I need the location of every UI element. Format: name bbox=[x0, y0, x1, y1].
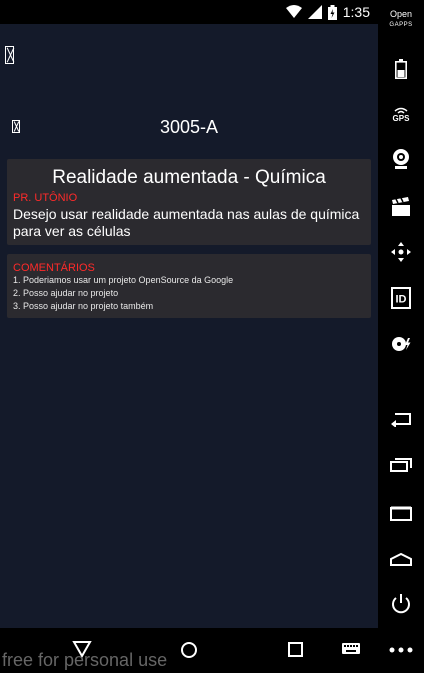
opengapps-logo: Open GAPPS bbox=[378, 10, 424, 30]
gps-label: GPS bbox=[392, 114, 410, 123]
idea-description: Desejo usar realidade aumentada nas aula… bbox=[13, 206, 360, 239]
comment-item: 2. Posso ajudar no projeto bbox=[13, 288, 119, 298]
comment-item: 1. Poderiamos usar um projeto OpenSource… bbox=[13, 275, 234, 285]
opengapps-line2: GAPPS bbox=[389, 22, 413, 28]
move-arrows-icon bbox=[391, 242, 411, 262]
power-button[interactable] bbox=[378, 592, 424, 616]
home-shape-icon bbox=[390, 552, 412, 566]
opengapps-line1: Open bbox=[389, 9, 413, 19]
battery-icon bbox=[327, 4, 337, 20]
comments-card: COMENTÁRIOS 1. Poderiamos usar um projet… bbox=[7, 254, 371, 318]
recents-stack-icon bbox=[390, 458, 412, 472]
side-recents-button[interactable] bbox=[378, 454, 424, 476]
page-title: 3005-A bbox=[159, 117, 219, 137]
status-icons: 1:35 bbox=[285, 0, 370, 24]
more-options-button[interactable] bbox=[378, 640, 424, 660]
disk-control[interactable] bbox=[378, 333, 424, 355]
dpad-control[interactable] bbox=[378, 241, 424, 263]
idea-card[interactable]: Realidade aumentada - Química PR. UTÔNIO… bbox=[7, 159, 371, 245]
recents-icon[interactable] bbox=[287, 638, 305, 658]
disk-icon bbox=[392, 337, 411, 351]
webcam-icon bbox=[393, 149, 409, 169]
comments-heading: COMENTÁRIOS bbox=[13, 262, 95, 274]
emulator-side-panel: Open GAPPS GPS ID bbox=[378, 0, 424, 673]
battery-icon bbox=[395, 59, 407, 79]
battery-control[interactable] bbox=[378, 57, 424, 81]
status-bar: 1:35 bbox=[0, 0, 378, 24]
wifi-icon bbox=[394, 107, 408, 114]
camera-control[interactable] bbox=[378, 148, 424, 170]
side-menu-button[interactable] bbox=[378, 502, 424, 524]
device-id-control[interactable]: ID bbox=[378, 286, 424, 310]
signal-icon bbox=[307, 5, 322, 19]
side-back-button[interactable] bbox=[378, 408, 424, 430]
gps-control[interactable]: GPS bbox=[378, 104, 424, 126]
screencast-control[interactable] bbox=[378, 196, 424, 218]
status-time: 1:35 bbox=[342, 4, 370, 20]
app-content: 3005-A Realidade aumentada - Química PR.… bbox=[0, 24, 378, 628]
missing-image-icon[interactable] bbox=[5, 46, 14, 64]
more-dots-icon bbox=[389, 647, 413, 653]
id-card-icon: ID bbox=[391, 287, 411, 309]
side-home-button[interactable] bbox=[378, 548, 424, 570]
comment-item: 3. Posso ajudar no projeto também bbox=[13, 301, 154, 311]
watermark: free for personal use bbox=[2, 650, 168, 670]
wifi-icon bbox=[285, 5, 302, 18]
idea-title: Realidade aumentada - Química bbox=[52, 167, 326, 188]
return-arrow-icon bbox=[391, 413, 411, 427]
id-label: ID bbox=[396, 294, 407, 306]
home-icon[interactable] bbox=[179, 638, 199, 658]
keyboard-icon[interactable] bbox=[341, 638, 361, 658]
menu-icon bbox=[390, 506, 412, 521]
clapperboard-icon bbox=[392, 197, 410, 216]
idea-author: PR. UTÔNIO bbox=[13, 192, 78, 204]
power-icon bbox=[392, 594, 410, 614]
